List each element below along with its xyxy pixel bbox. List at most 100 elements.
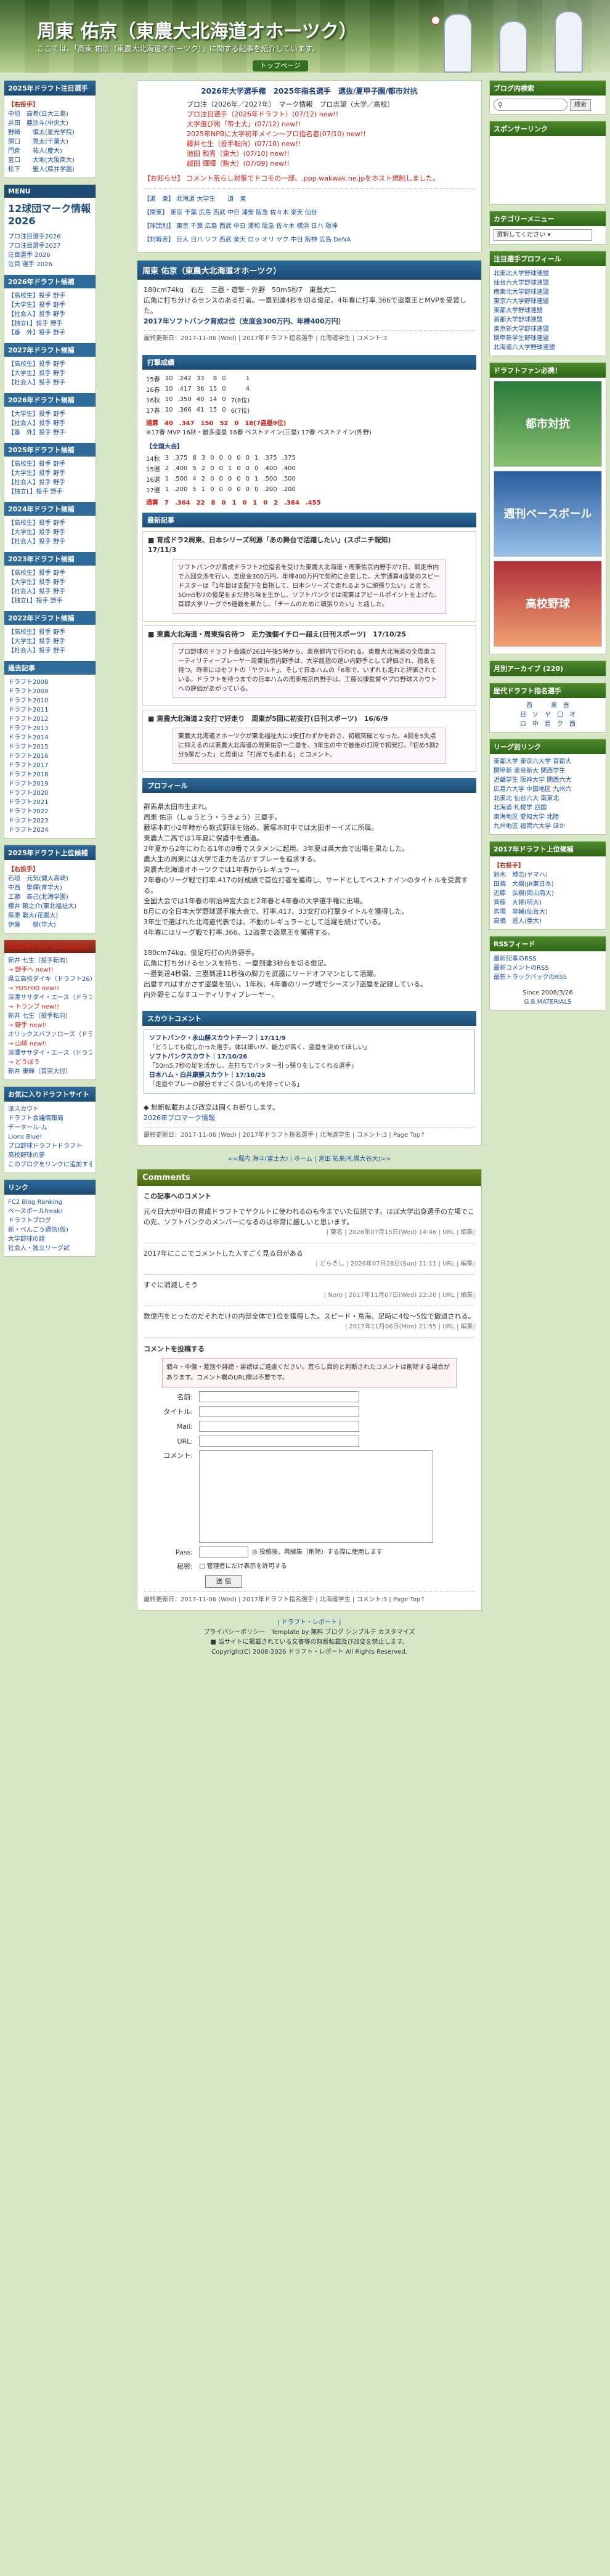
list-item[interactable]: 馬場 皐輔(仙台大): [494, 908, 602, 917]
comment-link[interactable]: → 山崎 new!!: [8, 1039, 92, 1049]
archive-link[interactable]: ドラフト2022: [8, 807, 92, 816]
list-item[interactable]: 田嶋 大樹(JR東日本): [494, 880, 602, 889]
comment-link[interactable]: → トランプ new!!: [8, 1002, 92, 1012]
rss-link[interactable]: 最新トラックバックのRSS: [494, 973, 602, 982]
draft-category-link[interactable]: 【社会人】投手 野手: [8, 419, 92, 428]
profile-link[interactable]: 仙台六大学野球連盟: [494, 278, 602, 288]
draft-category-link[interactable]: 【独立L】投手 野手: [8, 319, 92, 328]
archive-link[interactable]: ドラフト2015: [8, 742, 92, 752]
comment-link[interactable]: 深澤ササダイ・エース（ドラフト26）: [8, 993, 92, 1002]
menu-title[interactable]: 12球団マーク情報2026: [4, 198, 96, 229]
comment-meta[interactable]: | 2017年11月06日(Mon) 21:55 | URL | 編集|: [144, 1322, 475, 1332]
external-link[interactable]: 新・べんごう通信(仮): [8, 1225, 92, 1235]
list-item[interactable]: 関口 晃太(千葉大): [8, 137, 92, 147]
comment-link[interactable]: → 野手へ new!!: [8, 965, 92, 975]
league-link[interactable]: 北海道 札幌学 四国: [494, 803, 602, 813]
draft-category-link[interactable]: 【高校生】投手 野手: [8, 628, 92, 637]
draft-category-link[interactable]: 【社会人】投手 野手: [8, 587, 92, 596]
comment-meta[interactable]: | 東名 | 2026年07月15日(Wed) 14:46 | URL | 編集…: [144, 1227, 475, 1238]
comment-link[interactable]: 新井 七生（投手転向）: [8, 956, 92, 965]
list-item[interactable]: 石垣 元気(健大高崎): [8, 874, 92, 884]
list-item[interactable]: 高橋 遥人(亜大): [494, 917, 602, 926]
profile-link[interactable]: 南東北大学野球連盟: [494, 288, 602, 297]
draft-category-link[interactable]: 【大学生】投手 野手: [8, 469, 92, 478]
draft-category-link[interactable]: 【大学生】投手 野手: [8, 528, 92, 537]
profile-link[interactable]: 東京新大学野球連盟: [494, 325, 602, 334]
favorite-link[interactable]: プロ野球ドラフトドラフト: [8, 1142, 92, 1151]
archive-link[interactable]: ドラフト2018: [8, 770, 92, 779]
draft-category-link[interactable]: 【社会人】投手 野手: [8, 310, 92, 319]
list-item[interactable]: 門倉 祐人(慶大): [8, 147, 92, 156]
mail-input[interactable]: [199, 1421, 359, 1432]
profile-link[interactable]: 東都大学野球連盟: [494, 306, 602, 315]
menu-item[interactable]: プロ注目選手2027: [8, 242, 92, 251]
comment-link[interactable]: オリックスバファローズ（ドラフト26）: [8, 1030, 92, 1039]
menu-item[interactable]: 注目 選手 2026: [8, 260, 92, 269]
archive-link[interactable]: ドラフト2011: [8, 705, 92, 715]
league-link[interactable]: 九州地区 福岡六大学 ほか: [494, 822, 602, 831]
list-item[interactable]: 藤原 聡大(花園大): [8, 911, 92, 920]
favorite-link[interactable]: 高校野球の夢: [8, 1151, 92, 1160]
draft-category-link[interactable]: 【大学生】投手 野手: [8, 410, 92, 419]
profile-link[interactable]: 首都大学野球連盟: [494, 315, 602, 325]
comment-link[interactable]: 深澤ササダイ・エース（ドラフト26）: [8, 1049, 92, 1058]
list-item[interactable]: 井田 亜沙斗(中央大): [8, 119, 92, 128]
book-cover[interactable]: 都市対抗: [494, 381, 602, 467]
archive-link[interactable]: ドラフト2008: [8, 678, 92, 687]
draft-team-link[interactable]: 西 来 吉: [494, 701, 602, 710]
draft-category-link[interactable]: 【高校生】投手 野手: [8, 519, 92, 528]
favorite-link[interactable]: データール-ム: [8, 1123, 92, 1132]
list-item[interactable]: 宮口 大地(大阪商大): [8, 156, 92, 165]
draft-category-link[interactable]: 【独立L】投手 野手: [8, 487, 92, 497]
profile-link[interactable]: 東京六大学野球連盟: [494, 297, 602, 306]
draft-team-link[interactable]: 日 ソ ヤ 口 オ: [494, 710, 602, 720]
search-button[interactable]: 検索: [570, 99, 591, 111]
draft-category-link[interactable]: 【大学生】投手 野手: [8, 369, 92, 378]
article-title[interactable]: 周東 佑京（東農大北海道オホーツク）: [137, 261, 481, 280]
draft-category-link[interactable]: 【社会人】投手 野手: [8, 378, 92, 388]
favorite-link[interactable]: ドラフト会議情報局: [8, 1114, 92, 1123]
list-item[interactable]: 近藤 弘樹(岡山商大): [494, 889, 602, 898]
external-link[interactable]: 社会人・独立リーグ試: [8, 1244, 92, 1253]
archive-link[interactable]: ドラフト2019: [8, 779, 92, 789]
draft-category-link[interactable]: 【社会人】投手 野手: [8, 478, 92, 487]
archive-link[interactable]: ドラフト2013: [8, 724, 92, 733]
menu-item[interactable]: 注目選手 2026: [8, 251, 92, 260]
list-item[interactable]: 【右投手】: [8, 100, 92, 110]
top-page-link[interactable]: トップページ: [253, 60, 308, 71]
comment-link[interactable]: → 野手 new!!: [8, 1021, 92, 1030]
draft-category-link[interactable]: 【大学生】投手 野手: [8, 637, 92, 646]
archive-link[interactable]: ドラフト2014: [8, 733, 92, 742]
notice-link[interactable]: 大学選び術「帝士大」(07/12) new!!: [187, 120, 475, 129]
league-link[interactable]: 広島六大学 中国地区 九州六: [494, 785, 602, 794]
notice-link[interactable]: プロ注（2026年／2027年） マーク情報 プロ志望（大学／高校）: [187, 100, 475, 110]
url-input[interactable]: [199, 1436, 359, 1447]
favorite-link[interactable]: Lions Blue!: [8, 1132, 92, 1142]
title-input[interactable]: [199, 1406, 359, 1417]
draft-category-link[interactable]: 【高校生】投手 野手: [8, 291, 92, 301]
list-item[interactable]: 野崎 慎太(星光学院): [8, 128, 92, 137]
rss-link[interactable]: 最新記事のRSS: [494, 954, 602, 964]
external-link[interactable]: ドラフトブログ: [8, 1216, 92, 1225]
draft-category-link[interactable]: 【独立L】投手 野手: [8, 596, 92, 606]
archive-link[interactable]: ドラフト2023: [8, 816, 92, 826]
archive-link[interactable]: ドラフト2010: [8, 696, 92, 705]
list-item[interactable]: 伊藤 樹(早大): [8, 920, 92, 930]
draft-category-link[interactable]: 【番 外】投手 野手: [8, 328, 92, 338]
comment-link[interactable]: 新井 七生（投手転向）: [8, 1012, 92, 1021]
book-cover[interactable]: 高校野球: [494, 561, 602, 647]
pager[interactable]: <<堀内 海斗(富士大) | ホーム | 宮田 拓来(札幌大谷大)>>: [137, 1153, 482, 1163]
menu-item[interactable]: プロ注目選手2026: [8, 232, 92, 242]
comment-link[interactable]: → YOSHIKI new!!: [8, 984, 92, 993]
comment-meta[interactable]: | どらきし | 2026年07月28日(Sun) 11:11 | URL | …: [144, 1259, 475, 1269]
profile-link[interactable]: 北海道六大学野球連盟: [494, 343, 602, 352]
notice-link[interactable]: 越田 輝輝（駒大）(07/09) new!!: [187, 159, 475, 169]
list-item[interactable]: 松下 聖人(藤井学園): [8, 165, 92, 174]
archive-link[interactable]: ドラフト2009: [8, 687, 92, 696]
rss-link[interactable]: 最新コメントのRSS: [494, 964, 602, 973]
archive-link[interactable]: ドラフト2017: [8, 761, 92, 770]
submit-button[interactable]: 送 信: [205, 1575, 242, 1588]
draft-category-link[interactable]: 【社会人】投手 野手: [8, 537, 92, 546]
comment-link[interactable]: 新井 康輝（首突大付）: [8, 1067, 92, 1076]
notice-link[interactable]: 2025年NPBに大学初年メイン～プロ指名者(07/10) new!!: [187, 129, 475, 139]
